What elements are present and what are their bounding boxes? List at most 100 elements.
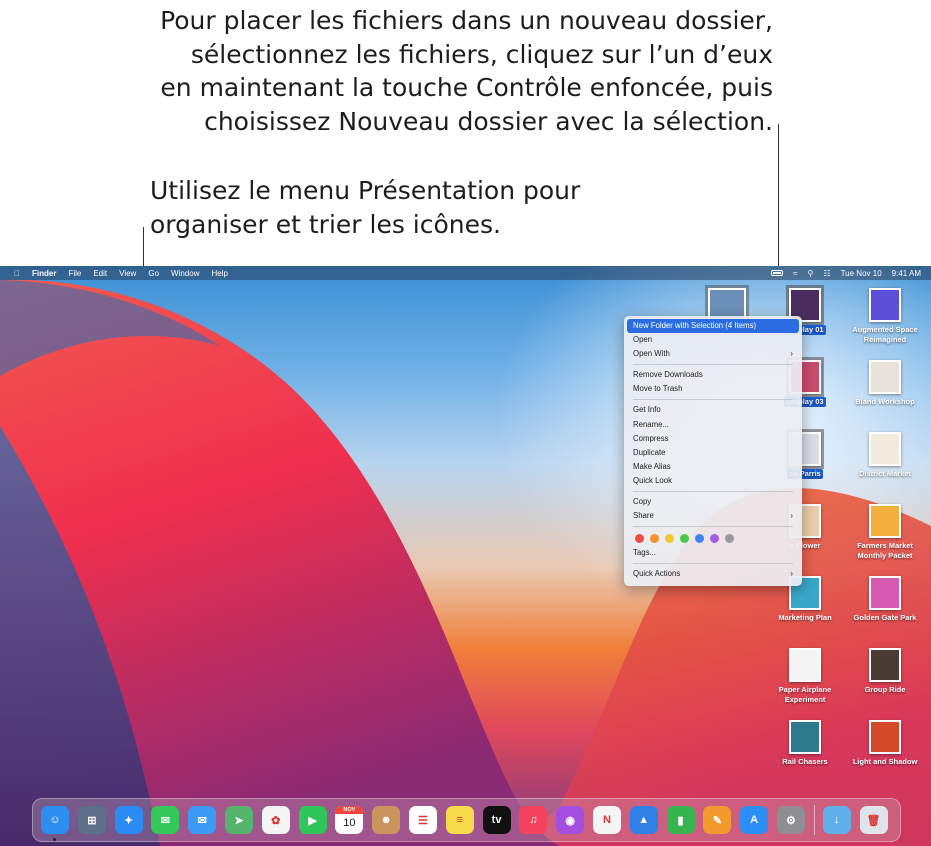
tag-color-dot[interactable] [695, 533, 704, 543]
menu-edit[interactable]: Edit [93, 269, 107, 278]
notes-icon[interactable]: ≡ [445, 806, 474, 834]
file-thumbnail [869, 360, 901, 394]
file-thumbnail [869, 648, 901, 682]
numbers-icon[interactable]: ▮ [666, 806, 695, 834]
desktop-icon[interactable]: Golden Gate Park [845, 576, 925, 623]
photos-icon[interactable]: ✿ [261, 806, 290, 834]
menu-go[interactable]: Go [148, 269, 159, 278]
news-icon[interactable]: N [592, 806, 621, 834]
apple-tv-icon[interactable]: tv [482, 806, 511, 834]
safari-icon[interactable]: ✦ [114, 806, 143, 834]
music-icon[interactable]: ♫ [519, 806, 548, 834]
desktop-icon[interactable]: Light and Shadow [845, 720, 925, 767]
callout-line: en maintenant la touche Contrôle enfoncé… [160, 73, 773, 102]
file-thumbnail [789, 648, 821, 682]
context-menu-item[interactable]: Rename... [627, 418, 799, 432]
context-menu-item[interactable]: Open With › [627, 347, 799, 361]
tag-color-dot[interactable] [635, 533, 644, 543]
context-menu-item-label: Quick Actions [633, 569, 681, 579]
tag-color-dot[interactable] [650, 533, 659, 543]
maps-icon[interactable]: ➤ [224, 806, 253, 834]
desktop-icon[interactable]: Augmented Space Reimagined [845, 288, 925, 345]
context-menu-item[interactable]: Copy [627, 495, 799, 509]
menu-time[interactable]: 9:41 AM [892, 269, 921, 278]
contacts-icon[interactable]: ☻ [372, 806, 401, 834]
downloads-folder-icon[interactable]: ↓ [822, 806, 851, 834]
context-menu-item[interactable]: New Folder with Selection (4 Items) [627, 319, 799, 334]
facetime-icon[interactable]: ▶ [298, 806, 327, 834]
wifi-icon[interactable]: ≈ [793, 269, 797, 278]
menu-separator [633, 563, 793, 565]
callout-line: Utilisez le menu Présentation pour [150, 176, 581, 205]
callout-leader-line [143, 227, 145, 267]
trash-icon[interactable]: 🗑 [859, 806, 888, 834]
desktop-icon[interactable]: District Market [845, 432, 925, 479]
context-menu-item-label: Share [633, 511, 654, 521]
context-menu-item[interactable]: Compress [627, 432, 799, 446]
context-menu-item[interactable]: Get Info [627, 403, 799, 417]
menu-separator [633, 491, 793, 493]
calendar-month-badge: NOV [335, 806, 364, 814]
menu-file[interactable]: File [68, 269, 81, 278]
spotlight-search-icon[interactable]: ⚲ [808, 269, 814, 278]
tag-color-dot[interactable] [710, 533, 719, 543]
app-store-icon[interactable]: A [740, 806, 769, 834]
context-menu-item[interactable]: Move to Trash [627, 382, 799, 396]
reminders-icon[interactable]: ☰ [408, 806, 437, 834]
keynote-icon[interactable]: ▲ [629, 806, 658, 834]
desktop-icon[interactable]: Bland Workshop [845, 360, 925, 407]
apple-menu-icon[interactable]:  [14, 269, 20, 278]
file-thumbnail [869, 576, 901, 610]
launchpad-icon[interactable]: ⊞ [77, 806, 106, 834]
dock-icon-glyph: ⊞ [87, 814, 97, 827]
context-menu-item-label: New Folder with Selection (4 Items) [633, 321, 757, 330]
calendar-icon[interactable]: 10 NOV [335, 806, 364, 834]
menu-finder[interactable]: Finder [32, 269, 56, 278]
file-thumbnail [869, 720, 901, 754]
tag-color-dot[interactable] [725, 533, 734, 543]
desktop-icon[interactable]: Rail Chasers [765, 720, 845, 767]
menu-help[interactable]: Help [211, 269, 227, 278]
context-menu-item[interactable]: Share › [627, 509, 799, 523]
desktop-icon-label: District Market [858, 469, 912, 478]
callout-line: sélectionnez les fichiers, cliquez sur l… [190, 39, 773, 69]
mail-icon[interactable]: ✉ [188, 806, 217, 834]
podcasts-icon[interactable]: ◉ [556, 806, 585, 834]
context-menu-item-label: Copy [633, 497, 652, 507]
desktop-icon[interactable]: Paper Airplane Experiment [765, 648, 845, 705]
dock-icon-glyph: ⚙ [786, 814, 796, 827]
context-menu-item-label: Make Alias [633, 461, 671, 471]
context-menu-item[interactable]: Duplicate [627, 446, 799, 460]
file-thumbnail [869, 432, 901, 466]
dock-icon-glyph: ▲ [638, 814, 650, 826]
pages-icon[interactable]: ✎ [703, 806, 732, 834]
dock-separator [813, 805, 815, 835]
context-menu-item[interactable]: Make Alias [627, 460, 799, 474]
context-menu-item-label: Tags... [633, 548, 656, 558]
context-menu-item-label: Compress [633, 433, 669, 443]
control-center-icon[interactable]: ☷ [823, 269, 830, 278]
desktop-screen:  Finder File Edit View Go Window Help ≈… [0, 266, 931, 846]
desktop-icon[interactable]: Farmers Market Monthly Packet [845, 504, 925, 561]
tag-color-dot[interactable] [680, 533, 689, 543]
menu-view[interactable]: View [119, 269, 136, 278]
dock-icon-glyph: ▶ [308, 814, 317, 827]
desktop-icon[interactable]: Group Ride [845, 648, 925, 695]
battery-icon[interactable] [771, 270, 784, 276]
context-menu-item-label: Open With [633, 349, 670, 359]
menu-window[interactable]: Window [171, 269, 199, 278]
context-menu-item[interactable]: Quick Actions › [627, 567, 799, 581]
system-preferences-icon[interactable]: ⚙ [776, 806, 805, 834]
menu-date[interactable]: Tue Nov 10 [841, 269, 882, 278]
finder-icon[interactable]: ☺ [41, 806, 69, 841]
context-menu-item[interactable]: Tags... [627, 546, 799, 560]
callout-new-folder: Pour placer les fichiers dans un nouveau… [133, 4, 773, 138]
tag-color-dot[interactable] [665, 533, 674, 543]
context-menu-item[interactable]: Quick Look [627, 474, 799, 488]
messages-icon[interactable]: ✉ [151, 806, 180, 834]
context-menu-item[interactable]: Remove Downloads [627, 368, 799, 382]
context-menu-item[interactable]: Open [627, 333, 799, 347]
context-menu-item-label: Move to Trash [633, 384, 683, 394]
file-thumbnail [869, 504, 901, 538]
context-menu-item-label: Rename... [633, 419, 669, 429]
